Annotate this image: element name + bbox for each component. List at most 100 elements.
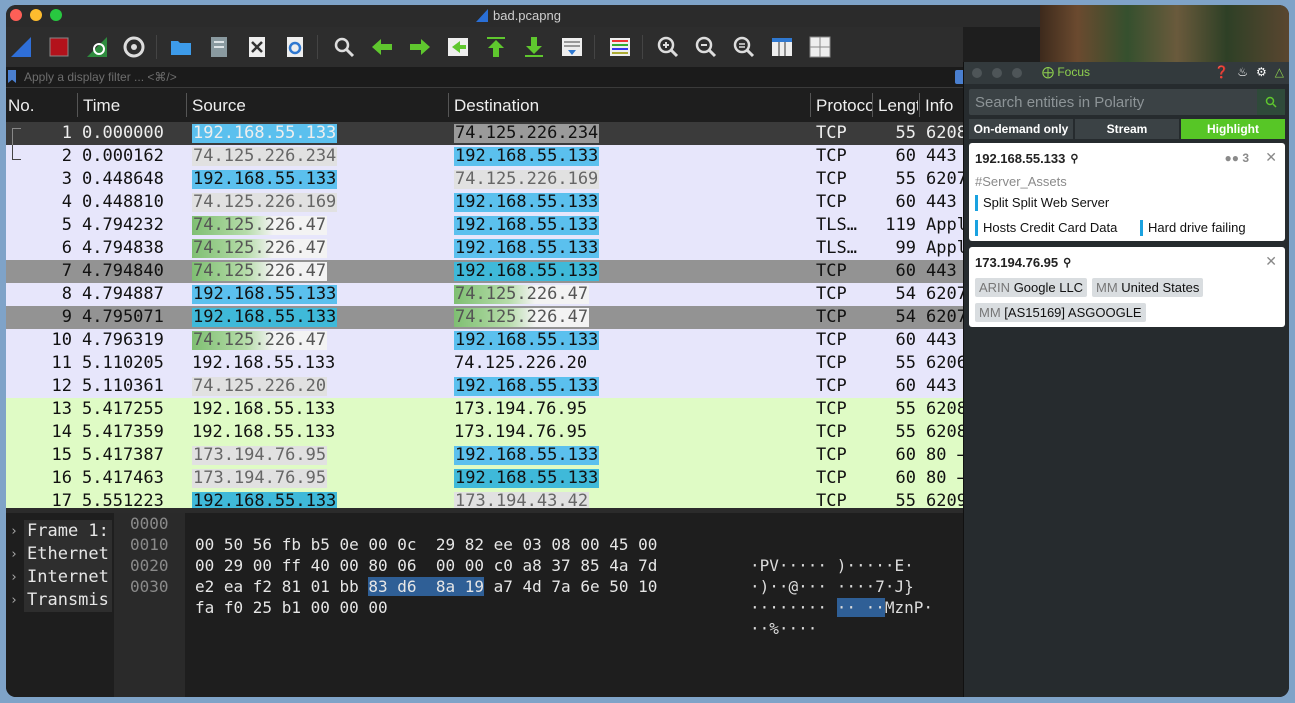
column-divider[interactable] [77, 93, 78, 117]
colorize-packets-icon[interactable] [607, 34, 633, 60]
polarity-search[interactable]: Search entities in Polarity [969, 89, 1285, 115]
polarity-search-input[interactable]: Search entities in Polarity [975, 94, 1144, 111]
table-row[interactable]: 12 5.110361 74.125.226.20 192.168.55.133 TCP… [6, 375, 963, 398]
chevron-right-icon[interactable]: › [10, 566, 18, 589]
annotation-tag[interactable]: Hosts Credit Card Data [975, 220, 1117, 236]
table-row[interactable]: 11 5.110205 192.168.55.133 74.125.226.20 TCP… [6, 352, 963, 375]
reload-file-icon[interactable] [282, 34, 308, 60]
tab-on-demand-only[interactable]: On-demand only [969, 119, 1073, 139]
column-divider[interactable] [872, 93, 873, 117]
table-row[interactable]: 9 4.795071 192.168.55.133 74.125.226.47 TCP 5… [6, 306, 963, 329]
zoom-in-icon[interactable] [655, 34, 681, 60]
tab-stream[interactable]: Stream [1075, 119, 1179, 139]
table-row[interactable]: 14 5.417359 192.168.55.133 173.194.76.95 TCP… [6, 421, 963, 444]
search-icon[interactable] [1257, 89, 1285, 115]
table-row[interactable]: 13 5.417255 192.168.55.133 173.194.76.95 TCP… [6, 398, 963, 421]
column-divider[interactable] [919, 93, 920, 117]
entity-title[interactable]: 173.194.76.95 ⚲ [975, 255, 1071, 270]
users-count[interactable]: ●● 3 [1224, 151, 1249, 165]
close-window-button[interactable] [10, 9, 22, 21]
filter-bookmark-icon[interactable] [8, 70, 16, 83]
restart-capture-icon[interactable] [84, 34, 110, 60]
table-row[interactable]: 17 5.551223 192.168.55.133 173.194.43.42 TCP… [6, 490, 963, 508]
search-icon[interactable]: ⚲ [1063, 256, 1071, 269]
column-header-destination[interactable]: Destination [454, 96, 804, 116]
apply-filter-icon[interactable] [955, 70, 963, 84]
display-filter-bar[interactable]: Apply a display filter ... <⌘/> [6, 67, 963, 88]
column-header-length[interactable]: Length [878, 96, 918, 116]
gear-icon[interactable]: ⚙ [1256, 65, 1267, 79]
find-packet-magnifier-icon[interactable] [331, 34, 357, 60]
display-filter-input[interactable]: Apply a display filter ... <⌘/> [24, 70, 177, 84]
table-row[interactable]: 16 5.417463 173.194.76.95 192.168.55.133 TCP… [6, 467, 963, 490]
polarity-zoom-dot[interactable] [1012, 68, 1022, 78]
save-file-icon[interactable] [206, 34, 232, 60]
go-to-packet-icon[interactable] [445, 34, 471, 60]
tree-item[interactable]: › Frame 1: [6, 520, 114, 543]
stop-capture-icon[interactable] [46, 34, 72, 60]
close-file-icon[interactable] [244, 34, 270, 60]
warning-icon[interactable]: △ [1275, 65, 1284, 79]
columns-grid-icon[interactable] [807, 34, 833, 60]
search-icon[interactable]: ⚲ [1070, 152, 1078, 165]
table-row[interactable]: 8 4.794887 192.168.55.133 74.125.226.47 TCP 5… [6, 283, 963, 306]
entity-title[interactable]: 192.168.55.133 ⚲ [975, 151, 1078, 166]
autoscroll-icon[interactable] [559, 34, 585, 60]
tree-item[interactable]: › Ethernet [6, 543, 114, 566]
hex-bytes[interactable]: fa f0 25 b1 00 00 00 [195, 597, 388, 618]
go-back-arrow-icon[interactable] [369, 34, 395, 60]
help-icon[interactable]: ❓ [1214, 65, 1229, 79]
chevron-right-icon[interactable]: › [10, 543, 18, 566]
column-header-time[interactable]: Time [83, 96, 183, 116]
chevron-right-icon[interactable]: › [10, 589, 18, 612]
table-row[interactable]: 3 0.448648 192.168.55.133 74.125.226.169 TCP… [6, 168, 963, 191]
close-icon[interactable]: ✕ [1265, 253, 1277, 270]
column-header-protocol[interactable]: Protocol [816, 96, 872, 116]
integration-chip[interactable]: MM [AS15169] ASGOOGLE [975, 303, 1146, 322]
integration-chip[interactable]: ARIN Google LLC [975, 278, 1088, 297]
tree-item[interactable]: › Transmis [6, 589, 114, 612]
entity-tag[interactable]: #Server_Assets [975, 174, 1067, 189]
zoom-window-button[interactable] [50, 9, 62, 21]
packet-bytes-pane[interactable]: 00 50 56 fb b5 0e 00 0c 29 82 ee 03 08 0… [185, 513, 963, 697]
tab-highlight[interactable]: Highlight [1181, 119, 1285, 139]
table-row[interactable]: 2 0.000162 74.125.226.234 192.168.55.133 TCP… [6, 145, 963, 168]
table-row[interactable]: 5 4.794232 74.125.226.47 192.168.55.133 TLS…… [6, 214, 963, 237]
column-header-no[interactable]: No. [8, 96, 78, 116]
polarity-minimize-dot[interactable] [992, 68, 1002, 78]
annotation-tag[interactable]: Hard drive failing [1140, 220, 1246, 236]
close-icon[interactable]: ✕ [1265, 149, 1277, 166]
table-row[interactable]: 7 4.794840 74.125.226.47 192.168.55.133 TCP 6… [6, 260, 963, 283]
table-row[interactable]: 10 4.796319 74.125.226.47 192.168.55.133 TCP… [6, 329, 963, 352]
first-packet-arrow-icon[interactable] [483, 34, 509, 60]
chevron-right-icon[interactable]: › [10, 520, 18, 543]
polarity-close-dot[interactable] [972, 68, 982, 78]
column-divider[interactable] [810, 93, 811, 117]
start-capture-icon[interactable] [8, 34, 34, 60]
table-row[interactable]: 15 5.417387 173.194.76.95 192.168.55.133 TCP… [6, 444, 963, 467]
table-row[interactable]: 6 4.794838 74.125.226.47 192.168.55.133 TLS…… [6, 237, 963, 260]
go-forward-arrow-icon[interactable] [407, 34, 433, 60]
resize-columns-icon[interactable] [769, 34, 795, 60]
column-divider[interactable] [186, 93, 187, 117]
zoom-out-icon[interactable] [693, 34, 719, 60]
last-packet-arrow-icon[interactable] [521, 34, 547, 60]
bell-icon[interactable]: ♨ [1237, 65, 1248, 79]
hex-ascii[interactable]: ··%···· [750, 618, 817, 639]
table-row[interactable]: 1 0.000000 192.168.55.133 74.125.226.234 TCP… [6, 122, 963, 151]
column-divider[interactable] [448, 93, 449, 117]
normal-size-icon[interactable] [731, 34, 757, 60]
open-file-folder-icon[interactable] [168, 34, 194, 60]
annotation-tag[interactable]: Split Split Web Server [975, 195, 1109, 211]
tree-item[interactable]: › Internet [6, 566, 114, 589]
column-header-info[interactable]: Info [925, 96, 963, 116]
column-header-source[interactable]: Source [192, 96, 442, 116]
hex-ascii[interactable]: ········ ·· ··MznP· [750, 597, 933, 618]
table-row[interactable]: 4 0.448810 74.125.226.169 192.168.55.133 TCP… [6, 191, 963, 214]
hex-offset: 0030 [130, 577, 169, 596]
integration-chip[interactable]: MM United States [1092, 278, 1204, 297]
cell-source: 192.168.55.133 [192, 421, 452, 444]
capture-options-gear-icon[interactable] [121, 34, 147, 60]
minimize-window-button[interactable] [30, 9, 42, 21]
focus-button[interactable]: ⨁ Focus [1042, 65, 1090, 79]
